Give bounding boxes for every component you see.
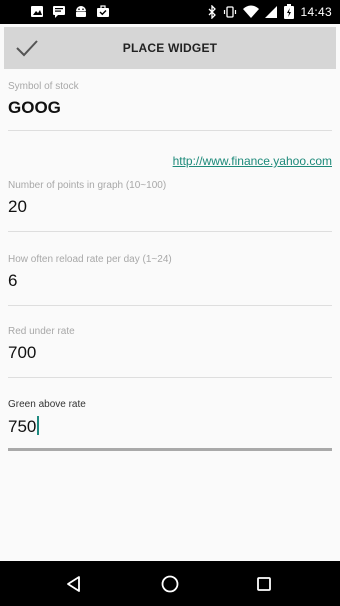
red-rate-underline <box>8 377 332 378</box>
yahoo-finance-link[interactable]: http://www.finance.yahoo.com <box>173 154 332 168</box>
image-icon <box>31 6 43 17</box>
navigation-bar <box>0 561 340 606</box>
red-rate-input[interactable]: 700 <box>8 343 332 365</box>
back-icon <box>67 576 80 592</box>
symbol-label: Symbol of stock <box>8 81 79 92</box>
message-icon <box>53 6 65 18</box>
bluetooth-icon <box>209 4 217 19</box>
notification-icons <box>30 5 110 18</box>
green-rate-underline <box>8 448 332 451</box>
points-underline <box>8 231 332 232</box>
green-rate-label: Green above rate <box>8 399 86 410</box>
symbol-input[interactable]: GOOG <box>8 98 332 120</box>
reload-input[interactable]: 6 <box>8 271 332 293</box>
home-button[interactable] <box>157 571 183 597</box>
text-cursor <box>37 416 40 435</box>
reload-label: How often reload rate per day (1~24) <box>8 254 172 265</box>
signal-icon <box>265 5 278 18</box>
green-rate-input[interactable]: 750 <box>8 416 332 438</box>
action-bar-title: PLACE WIDGET <box>122 41 218 55</box>
home-icon <box>161 575 179 593</box>
points-label: Number of points in graph (10~100) <box>8 180 167 191</box>
reload-underline <box>8 305 332 306</box>
points-input[interactable]: 20 <box>8 197 332 219</box>
status-bar: 14:43 <box>0 0 340 24</box>
vibrate-icon <box>224 5 237 18</box>
briefcase-icon <box>97 5 109 17</box>
battery-icon <box>284 4 295 19</box>
recents-icon <box>257 577 271 591</box>
symbol-underline <box>8 130 332 131</box>
status-time: 14:43 <box>300 4 332 19</box>
red-rate-field[interactable]: Red under rate 700 <box>8 326 332 378</box>
back-button[interactable] <box>61 571 87 597</box>
android-icon <box>76 6 86 17</box>
green-rate-field[interactable]: Green above rate 750 <box>8 399 332 451</box>
symbol-field[interactable]: Symbol of stock GOOG <box>8 81 332 131</box>
action-bar: PLACE WIDGET <box>4 27 336 69</box>
red-rate-label: Red under rate <box>8 326 75 337</box>
wifi-icon <box>243 5 260 18</box>
reload-field[interactable]: How often reload rate per day (1~24) 6 <box>8 254 332 306</box>
recents-button[interactable] <box>251 571 277 597</box>
green-rate-value: 750 <box>8 417 37 436</box>
points-field[interactable]: Number of points in graph (10~100) 20 <box>8 180 332 232</box>
system-status: 14:43 <box>207 4 332 19</box>
